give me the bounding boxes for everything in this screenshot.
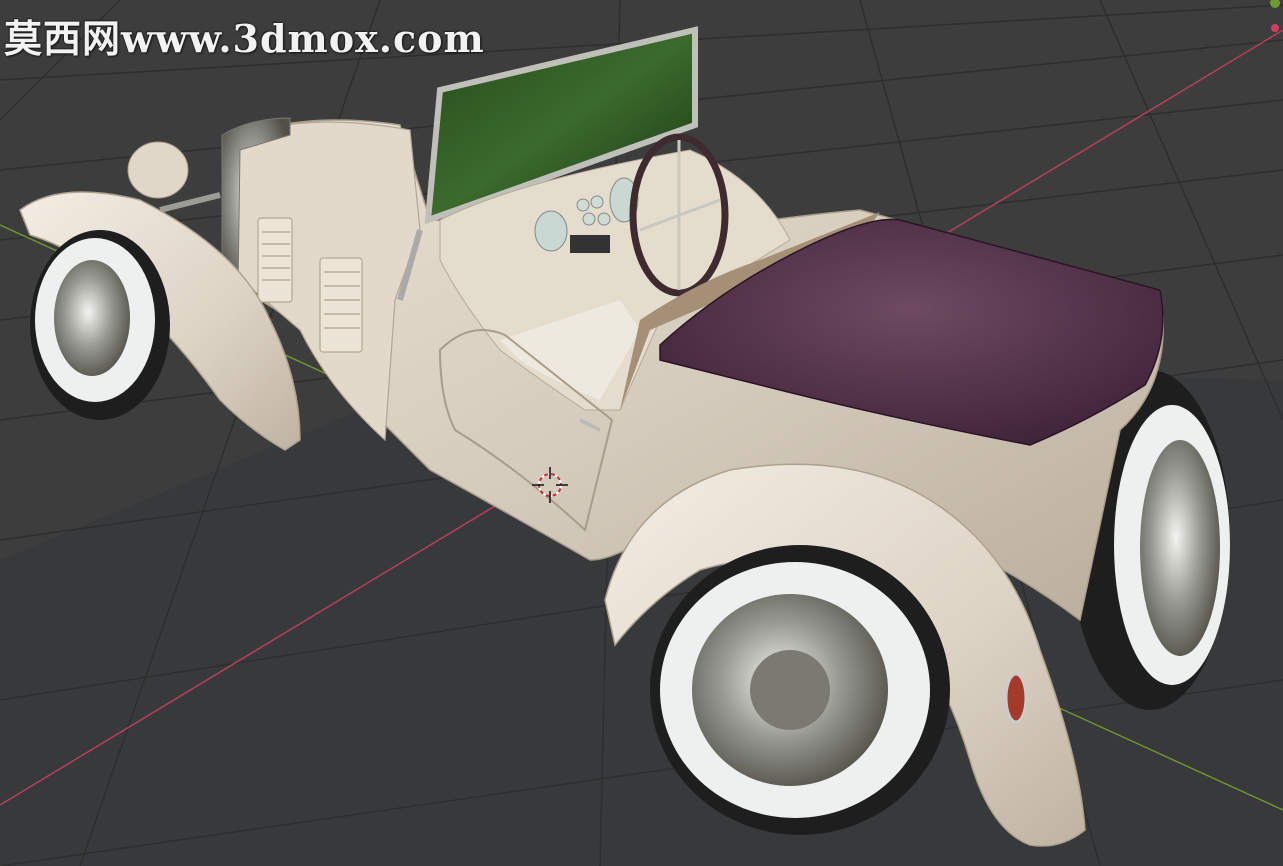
3d-viewport[interactable]: 莫西网www.3dmox.com bbox=[0, 0, 1283, 866]
watermark-text: 莫西网www.3dmox.com bbox=[4, 16, 485, 61]
tail-light[interactable] bbox=[1004, 672, 1028, 724]
front-wheel[interactable] bbox=[30, 230, 170, 420]
navigation-gizmo-icon[interactable] bbox=[1261, 0, 1281, 40]
rear-wheel[interactable] bbox=[650, 545, 950, 835]
viewport-scene[interactable] bbox=[0, 0, 1283, 866]
